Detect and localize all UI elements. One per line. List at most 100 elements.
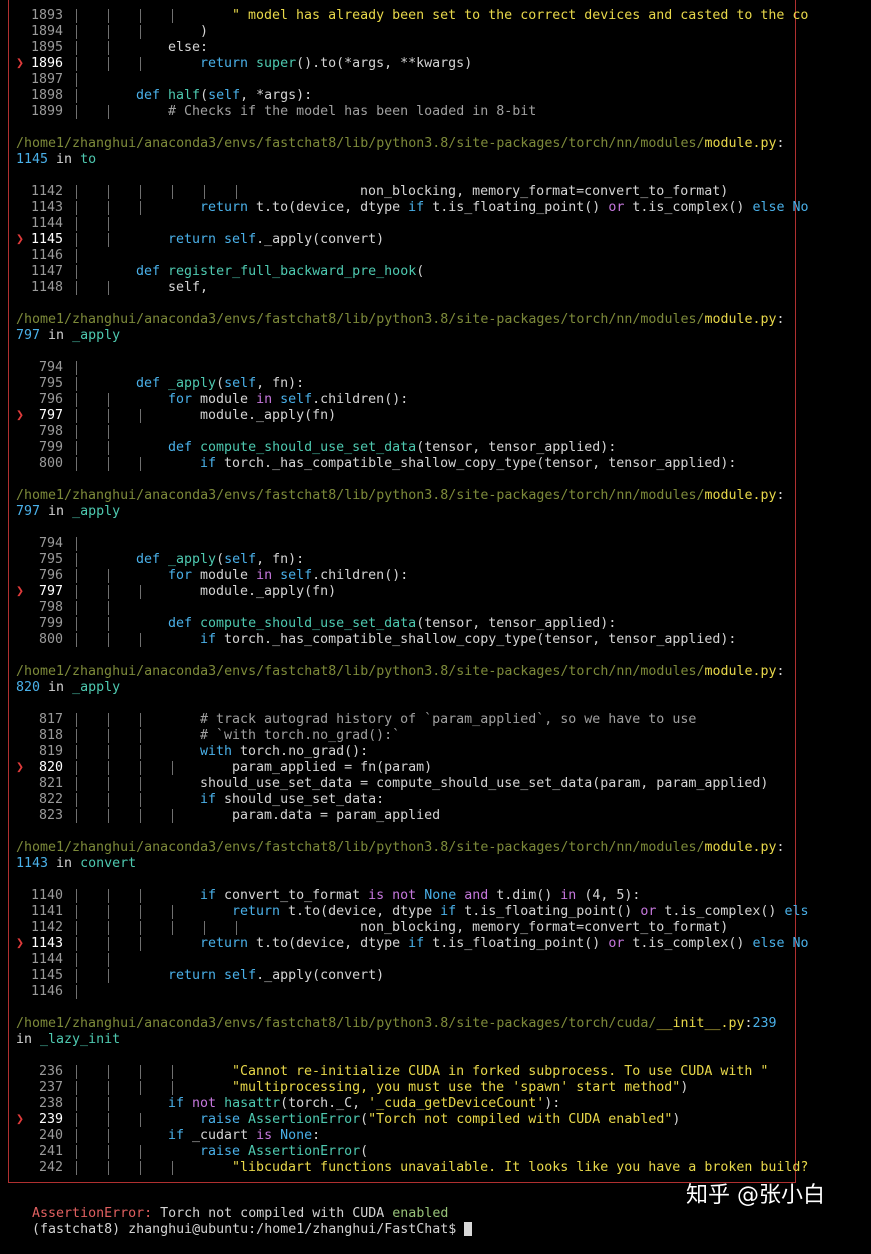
frame-header-location: 797 in _apply bbox=[16, 504, 120, 520]
code-token: AssertionError bbox=[248, 1112, 361, 1127]
code-token: def bbox=[168, 440, 201, 455]
code-token: non_blocking, memory_format=convert_to_f… bbox=[360, 920, 729, 935]
line-number: 1142 bbox=[30, 184, 63, 199]
indent-guide bbox=[107, 729, 109, 743]
code-token: .children(): bbox=[312, 392, 409, 407]
indent-guide bbox=[76, 745, 77, 759]
indent-guide bbox=[107, 937, 109, 951]
code-token: self bbox=[280, 568, 313, 583]
code-line: non_blocking, memory_format=convert_to_f… bbox=[360, 184, 728, 200]
line-number: 1898 bbox=[30, 88, 63, 103]
indent-guide bbox=[139, 185, 141, 199]
line-number: 820 bbox=[38, 760, 63, 775]
code-token: t.is_floating_point() bbox=[432, 936, 609, 951]
code-line: def half(self, *args): bbox=[136, 88, 312, 104]
code-token: in bbox=[256, 568, 281, 583]
terminal-window[interactable]: 1893 " model has already been set to the … bbox=[0, 0, 871, 1237]
indent-guide bbox=[76, 185, 77, 199]
code-token: t.is_complex() bbox=[632, 936, 753, 951]
line-number: 796 bbox=[38, 568, 63, 583]
line-number: 1893 bbox=[30, 8, 63, 23]
code-token: ().to(*args, **kwargs) bbox=[296, 56, 473, 71]
code-token: "multiprocessing, you must use the 'spaw… bbox=[232, 1080, 681, 1095]
indent-guide bbox=[76, 777, 77, 791]
line-number: 795 bbox=[38, 552, 63, 567]
line-number: 240 bbox=[38, 1128, 63, 1143]
indent-guide bbox=[76, 89, 77, 103]
line-number: 1894 bbox=[30, 24, 63, 39]
code-token: if bbox=[168, 1096, 193, 1111]
indent-guide bbox=[139, 713, 141, 727]
indent-guide bbox=[107, 1097, 109, 1111]
code-token: else bbox=[168, 40, 201, 55]
indent-guide bbox=[171, 905, 173, 919]
indent-guide bbox=[139, 793, 141, 807]
function-name: convert bbox=[80, 856, 137, 871]
code-line: def register_full_backward_pre_hook( bbox=[136, 264, 424, 280]
indent-guide bbox=[76, 585, 77, 599]
line-number: 242 bbox=[38, 1160, 63, 1175]
indent-guide bbox=[171, 9, 173, 23]
indent-guide bbox=[76, 1097, 77, 1111]
indent-guide bbox=[107, 633, 109, 647]
frame-header-path[interactable]: /home1/zhanghui/anaconda3/envs/fastchat8… bbox=[16, 488, 785, 504]
indent-guide bbox=[203, 185, 205, 199]
frame-header-location: in _lazy_init bbox=[16, 1032, 120, 1048]
frame-header-path[interactable]: /home1/zhanghui/anaconda3/envs/fastchat8… bbox=[16, 840, 785, 856]
code-line: with torch.no_grad(): bbox=[200, 744, 368, 760]
indent-guide bbox=[107, 217, 109, 231]
code-token: , bbox=[200, 280, 209, 295]
code-token: ) bbox=[680, 1080, 689, 1095]
code-token: def bbox=[168, 616, 201, 631]
code-token: param.data = param_applied bbox=[232, 808, 441, 823]
code-line: should_use_set_data = compute_should_use… bbox=[200, 776, 768, 792]
line-number: 823 bbox=[38, 808, 63, 823]
indent-guide bbox=[76, 25, 77, 39]
error-line: AssertionError: Torch not compiled with … bbox=[0, 1190, 448, 1221]
line-number: 1148 bbox=[30, 280, 63, 295]
code-token: '_cuda_getDeviceCount' bbox=[368, 1096, 545, 1111]
code-token: ) bbox=[672, 1112, 681, 1127]
line-number: 797 bbox=[16, 328, 49, 343]
line-number: 241 bbox=[38, 1144, 63, 1159]
code-token: els bbox=[784, 904, 809, 919]
code-line: if should_use_set_data: bbox=[200, 792, 384, 808]
line-number: 818 bbox=[38, 728, 63, 743]
frame-header-path[interactable]: /home1/zhanghui/anaconda3/envs/fastchat8… bbox=[16, 664, 785, 680]
code-token: None bbox=[280, 1128, 313, 1143]
indent-guide bbox=[139, 905, 141, 919]
indent-guide bbox=[76, 1145, 77, 1159]
indent-guide bbox=[107, 57, 109, 71]
line-number: 1144 bbox=[30, 952, 63, 967]
file-path: /home1/zhanghui/anaconda3/envs/fastchat8… bbox=[16, 1016, 657, 1031]
line-number: 1147 bbox=[30, 264, 63, 279]
code-line: "Cannot re-initialize CUDA in forked sub… bbox=[232, 1064, 768, 1080]
indent-guide bbox=[107, 201, 109, 215]
code-token: self bbox=[168, 280, 201, 295]
frame-header-path[interactable]: /home1/zhanghui/anaconda3/envs/fastchat8… bbox=[16, 136, 785, 152]
colon: : bbox=[744, 1016, 753, 1031]
code-token: not bbox=[192, 1096, 225, 1111]
code-token: "Cannot re-initialize CUDA in forked sub… bbox=[232, 1064, 769, 1079]
indent-guide bbox=[76, 553, 77, 567]
indent-guide bbox=[76, 281, 77, 295]
frame-header-path[interactable]: /home1/zhanghui/anaconda3/envs/fastchat8… bbox=[16, 312, 785, 328]
code-token: # track autograd history of `param_appli… bbox=[200, 712, 697, 727]
indent-guide bbox=[107, 809, 109, 823]
shell-prompt[interactable]: (fastchat8) zhanghui@ubuntu:/home1/zhang… bbox=[0, 1206, 473, 1237]
colon: : bbox=[776, 312, 785, 327]
line-number: 799 bbox=[38, 440, 63, 455]
indent-guide bbox=[76, 9, 77, 23]
code-line: def _apply(self, fn): bbox=[136, 552, 304, 568]
code-token: or bbox=[608, 200, 633, 215]
code-token: t.to(device, dtype bbox=[256, 200, 409, 215]
line-number: 799 bbox=[38, 616, 63, 631]
line-number: 239 bbox=[38, 1112, 63, 1127]
colon: : bbox=[776, 664, 785, 679]
code-token: compute_should_use_set_data bbox=[200, 616, 417, 631]
line-number: 1145 bbox=[30, 968, 63, 983]
code-token: should_use_set_data: bbox=[224, 792, 385, 807]
frame-header-path[interactable]: /home1/zhanghui/anaconda3/envs/fastchat8… bbox=[16, 1016, 777, 1032]
code-line: else: bbox=[168, 40, 208, 56]
